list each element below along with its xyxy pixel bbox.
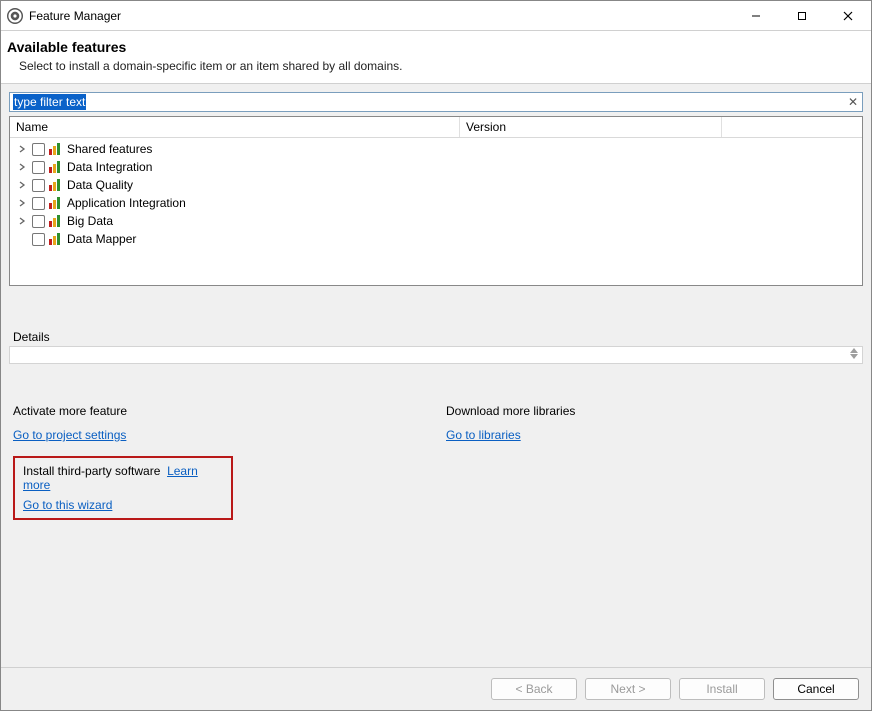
project-settings-link[interactable]: Go to project settings: [13, 428, 126, 442]
maximize-button[interactable]: [779, 1, 825, 31]
table-row[interactable]: Data Integration: [10, 158, 862, 176]
row-checkbox[interactable]: [32, 143, 45, 156]
app-icon: [7, 8, 23, 24]
filter-field[interactable]: type filter text ✕: [9, 92, 863, 112]
chevron-right-icon[interactable]: [16, 217, 28, 225]
row-checkbox[interactable]: [32, 161, 45, 174]
row-checkbox[interactable]: [32, 233, 45, 246]
chevron-right-icon[interactable]: [16, 145, 28, 153]
wizard-link[interactable]: Go to this wizard: [23, 498, 112, 512]
clear-filter-icon[interactable]: ✕: [844, 95, 862, 109]
feature-icon: [49, 233, 63, 245]
page-title: Available features: [7, 39, 857, 55]
next-button[interactable]: Next >: [585, 678, 671, 700]
row-checkbox[interactable]: [32, 179, 45, 192]
download-column: Download more libraries Go to libraries: [446, 404, 859, 520]
feature-manager-window: Feature Manager Available features Selec…: [0, 0, 872, 711]
column-spacer: [722, 117, 862, 137]
body: type filter text ✕ Name Version Shared f…: [1, 84, 871, 667]
page-header: Available features Select to install a d…: [1, 31, 871, 84]
row-checkbox[interactable]: [32, 197, 45, 210]
titlebar: Feature Manager: [1, 1, 871, 31]
row-label: Shared features: [67, 142, 152, 156]
feature-icon: [49, 179, 63, 191]
column-version[interactable]: Version: [460, 117, 722, 137]
table-row[interactable]: Big Data: [10, 212, 862, 230]
close-button[interactable]: [825, 1, 871, 31]
row-checkbox[interactable]: [32, 215, 45, 228]
feature-icon: [49, 197, 63, 209]
minimize-button[interactable]: [733, 1, 779, 31]
row-label: Application Integration: [67, 196, 186, 210]
table-row[interactable]: Data Quality: [10, 176, 862, 194]
bottom-columns: Activate more feature Go to project sett…: [9, 404, 863, 520]
third-party-highlight: Install third-party software Learn more …: [13, 456, 233, 520]
row-label: Data Integration: [67, 160, 152, 174]
feature-icon: [49, 143, 63, 155]
filter-input[interactable]: [10, 94, 844, 110]
row-label: Big Data: [67, 214, 113, 228]
chevron-right-icon[interactable]: [16, 163, 28, 171]
activate-heading: Activate more feature: [13, 404, 426, 418]
page-subtitle: Select to install a domain-specific item…: [19, 59, 857, 73]
table-header: Name Version: [10, 117, 862, 138]
features-table: Name Version Shared features Data Integra…: [9, 116, 863, 286]
chevron-right-icon[interactable]: [16, 181, 28, 189]
column-name[interactable]: Name: [10, 117, 460, 137]
cancel-button[interactable]: Cancel: [773, 678, 859, 700]
details-spinner[interactable]: [850, 348, 860, 359]
feature-icon: [49, 161, 63, 173]
details-box[interactable]: [9, 346, 863, 364]
back-button[interactable]: < Back: [491, 678, 577, 700]
libraries-link[interactable]: Go to libraries: [446, 428, 521, 442]
footer: < Back Next > Install Cancel: [1, 667, 871, 710]
install-third-party-label: Install third-party software: [23, 464, 160, 478]
chevron-right-icon[interactable]: [16, 199, 28, 207]
row-label: Data Quality: [67, 178, 133, 192]
activate-column: Activate more feature Go to project sett…: [13, 404, 426, 520]
install-button[interactable]: Install: [679, 678, 765, 700]
table-row[interactable]: Shared features: [10, 140, 862, 158]
feature-icon: [49, 215, 63, 227]
row-label: Data Mapper: [67, 232, 136, 246]
table-rows: Shared features Data Integration Data Qual…: [10, 138, 862, 285]
download-heading: Download more libraries: [446, 404, 859, 418]
details-label: Details: [9, 330, 863, 344]
window-title: Feature Manager: [29, 9, 733, 23]
table-row[interactable]: Application Integration: [10, 194, 862, 212]
table-row[interactable]: Data Mapper: [10, 230, 862, 248]
